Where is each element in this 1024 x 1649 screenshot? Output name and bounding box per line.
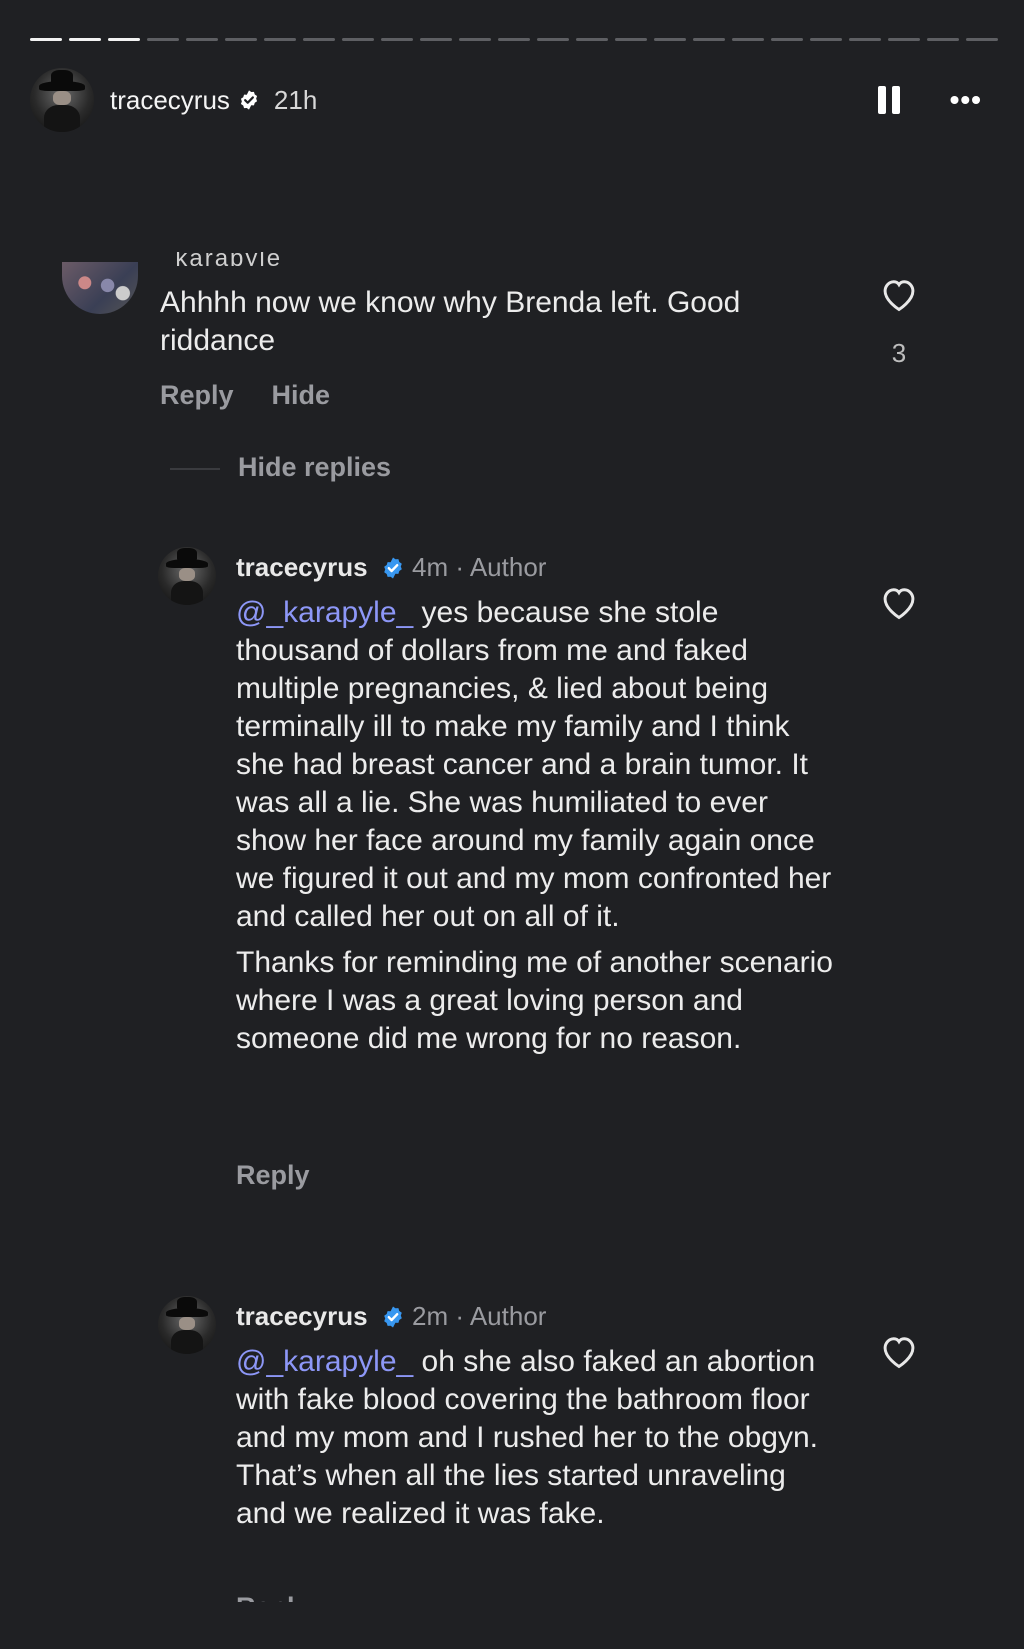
progress-segment (849, 38, 881, 41)
like-count: 3 (891, 338, 907, 368)
reply-actions: Reply (236, 1160, 348, 1191)
like-heart-icon[interactable] (879, 276, 919, 312)
reply-avatar[interactable] (158, 547, 216, 605)
progress-segment (771, 38, 803, 41)
comment-text: Ahhhh now we know why Brenda left. Good … (160, 286, 741, 357)
reply-button[interactable]: Reply (236, 1592, 316, 1602)
author-label: Author (469, 552, 547, 582)
like-heart-icon[interactable] (879, 1333, 919, 1369)
reply-text: @_karapyle_ yes because she stole thousa… (236, 594, 836, 1066)
reply-button[interactable]: Reply (236, 1160, 310, 1190)
reply-header: tracecyrus 4m · Author (236, 552, 546, 583)
reply-time: 2m (412, 1301, 449, 1331)
reply-text-paragraph: yes because she stole thousand of dollar… (236, 596, 832, 933)
progress-segment (342, 38, 374, 41)
progress-segment (888, 38, 920, 41)
progress-segment (693, 38, 725, 41)
comment-actions: Reply Hide (160, 380, 368, 411)
progress-segment (264, 38, 296, 41)
comment-avatar[interactable] (62, 262, 138, 314)
story-header: tracecyrus 21h ••• (30, 68, 994, 132)
progress-segment (537, 38, 569, 41)
progress-segment (576, 38, 608, 41)
progress-segment (498, 38, 530, 41)
like-heart-icon[interactable] (879, 584, 919, 620)
progress-segment (381, 38, 413, 41)
progress-segment (927, 38, 959, 41)
progress-segment (732, 38, 764, 41)
progress-segment (225, 38, 257, 41)
progress-segment (459, 38, 491, 41)
reply-username[interactable]: tracecyrus (236, 1301, 368, 1331)
reply-time: 4m (412, 552, 449, 582)
progress-segment (810, 38, 842, 41)
separator: · (455, 552, 465, 582)
progress-segment (108, 38, 140, 41)
progress-segment (186, 38, 218, 41)
verified-badge-icon (240, 90, 257, 110)
more-options-icon[interactable]: ••• (950, 86, 982, 114)
story-timestamp: 21h (273, 84, 318, 115)
reply-avatar[interactable] (158, 1296, 216, 1354)
author-label: Author (469, 1301, 547, 1331)
hide-replies-button[interactable]: Hide replies (170, 452, 391, 483)
reply-header: tracecyrus 2m · Author (236, 1301, 546, 1332)
reply-text-paragraph: Thanks for reminding me of another scena… (236, 946, 833, 1055)
progress-segment (303, 38, 335, 41)
separator: · (455, 1301, 465, 1331)
progress-segment (966, 38, 998, 41)
progress-segment (615, 38, 647, 41)
mention-link[interactable]: @_karapyle_ (236, 1345, 413, 1378)
reply-username[interactable]: tracecyrus (236, 552, 368, 582)
reply-text: @_karapyle_ oh she also faked an abortio… (236, 1343, 836, 1541)
story-progress-bar (30, 38, 998, 42)
progress-segment (420, 38, 452, 41)
story-username[interactable]: tracecyrus (110, 85, 230, 116)
hide-button[interactable]: Hide (272, 380, 331, 410)
reply-button[interactable]: Reply (160, 380, 234, 410)
progress-segment (654, 38, 686, 41)
progress-segment (30, 38, 62, 41)
comment-username-truncated: _karapyle_ (160, 252, 298, 266)
progress-segment (147, 38, 179, 41)
mention-link[interactable]: @_karapyle_ (236, 596, 413, 629)
progress-segment (69, 38, 101, 41)
verified-badge-icon (383, 557, 402, 579)
avatar[interactable] (30, 68, 94, 132)
verified-badge-icon (383, 1306, 402, 1328)
pause-icon[interactable] (876, 84, 904, 116)
